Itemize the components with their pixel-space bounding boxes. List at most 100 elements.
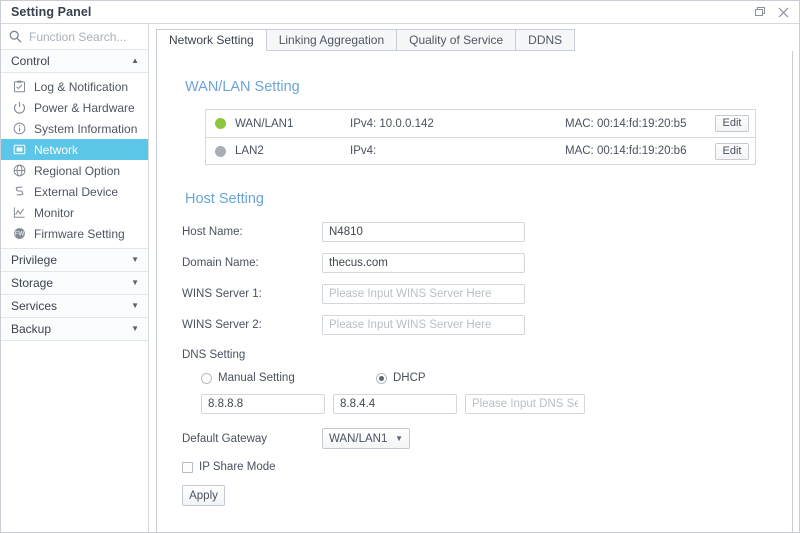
sidebar-group-control-items: Log & Notification Power & Hardware Syst… [1, 73, 148, 249]
status-indicator-online [215, 118, 226, 129]
radio-dhcp[interactable] [376, 372, 387, 384]
network-setting-panel: WAN/LAN Setting WAN/LAN1 IPv4: 10.0.0.14… [156, 51, 793, 532]
chevron-down-icon: ▼ [131, 255, 139, 264]
wan-lan-setting-title: WAN/LAN Setting [185, 79, 300, 95]
dns-mode-dhcp-option[interactable]: DHCP [376, 372, 426, 384]
dns-mode-manual-option[interactable]: Manual Setting [201, 372, 376, 384]
dns-server-2-input[interactable] [333, 394, 457, 414]
dns-mode-dhcp-label: DHCP [393, 372, 426, 384]
wins-server-2-row: WINS Server 2: [157, 314, 792, 335]
window-controls [754, 6, 799, 19]
dns-mode-radio-group: Manual Setting DHCP [157, 372, 792, 384]
globe-icon [12, 163, 27, 178]
tab-network-setting[interactable]: Network Setting [156, 29, 267, 51]
window-titlebar: Setting Panel [1, 1, 799, 24]
function-search-row [1, 24, 148, 50]
host-name-label: Host Name: [182, 225, 243, 238]
window-title: Setting Panel [11, 5, 92, 19]
sidebar-item-firmware-setting[interactable]: FW Firmware Setting [1, 223, 148, 244]
tab-bar: Network Setting Linking Aggregation Qual… [156, 29, 793, 52]
interface-mac: MAC: 00:14:fd:19:20:b6 [565, 145, 687, 157]
domain-name-label: Domain Name: [182, 256, 259, 269]
sidebar-group-services[interactable]: Services ▼ [1, 295, 148, 318]
wins-server-1-row: WINS Server 1: [157, 283, 792, 304]
sidebar-item-label: Network [34, 142, 79, 157]
close-icon[interactable] [777, 6, 790, 19]
sidebar-group-backup-label: Backup [11, 322, 52, 336]
sidebar-group-privilege[interactable]: Privilege ▼ [1, 249, 148, 272]
sidebar-item-system-information[interactable]: System Information [1, 118, 148, 139]
radio-manual-setting[interactable] [201, 372, 212, 384]
power-icon [12, 100, 27, 115]
edit-button[interactable]: Edit [715, 142, 749, 160]
info-icon [12, 121, 27, 136]
content-area: Network Setting Linking Aggregation Qual… [150, 24, 799, 532]
sidebar-item-power-hardware[interactable]: Power & Hardware [1, 97, 148, 118]
wins-server-1-input[interactable] [322, 283, 525, 304]
default-gateway-label: Default Gateway [182, 432, 268, 445]
sidebar-group-control[interactable]: Control ▲ [1, 50, 148, 73]
default-gateway-row: Default Gateway WAN/LAN1 ▼ [157, 428, 792, 449]
restore-window-icon[interactable] [754, 6, 767, 19]
tab-label: Linking Aggregation [278, 33, 385, 47]
chevron-down-icon: ▼ [131, 301, 139, 310]
sidebar-item-regional-option[interactable]: Regional Option [1, 160, 148, 181]
sidebar-item-network[interactable]: Network [1, 139, 148, 160]
interface-list: WAN/LAN1 IPv4: 10.0.0.142 MAC: 00:14:fd:… [205, 109, 756, 165]
default-gateway-select[interactable]: WAN/LAN1 ▼ [322, 428, 410, 449]
sidebar-group-storage[interactable]: Storage ▼ [1, 272, 148, 295]
svg-text:FW: FW [15, 232, 25, 238]
interface-name: LAN2 [235, 145, 264, 157]
edit-button[interactable]: Edit [715, 115, 749, 132]
wins-server-2-input[interactable] [322, 314, 525, 335]
network-icon [12, 142, 27, 157]
interface-ipv4: IPv4: 10.0.0.142 [350, 117, 434, 130]
wins-server-1-label: WINS Server 1: [182, 287, 262, 300]
sidebar: Control ▲ Log & Notification [1, 24, 149, 532]
tab-label: Quality of Service [409, 33, 504, 47]
tab-label: Network Setting [169, 33, 254, 47]
table-row: WAN/LAN1 IPv4: 10.0.0.142 MAC: 00:14:fd:… [206, 110, 755, 137]
sidebar-item-label: External Device [34, 184, 119, 199]
dns-mode-manual-label: Manual Setting [218, 372, 295, 384]
tab-linking-aggregation[interactable]: Linking Aggregation [265, 29, 398, 51]
setting-panel-window: Setting Panel Function Search... Control… [0, 0, 800, 533]
tab-ddns[interactable]: DDNS [515, 29, 576, 51]
sidebar-group-privilege-label: Privilege [11, 253, 58, 267]
table-row: LAN2 IPv4: MAC: 00:14:fd:19:20:b6 Edit [206, 137, 755, 164]
sidebar-item-label: Monitor [34, 205, 75, 220]
ip-share-mode-label: IP Share Mode [199, 461, 276, 473]
sidebar-item-label: Power & Hardware [34, 100, 135, 115]
sidebar-group-storage-label: Storage [11, 276, 54, 290]
sidebar-item-label: System Information [34, 121, 138, 136]
search-input[interactable] [29, 29, 139, 44]
chevron-up-icon: ▲ [131, 56, 139, 65]
clipboard-icon [12, 79, 27, 94]
tab-quality-of-service[interactable]: Quality of Service [396, 29, 517, 51]
tab-label: DDNS [528, 33, 563, 47]
ip-share-mode-row[interactable]: IP Share Mode [157, 461, 792, 473]
host-name-input[interactable] [322, 221, 525, 242]
sidebar-item-label: Log & Notification [34, 79, 129, 94]
domain-name-input[interactable] [322, 252, 525, 273]
dns-server-3-input[interactable] [465, 394, 585, 414]
sidebar-item-external-device[interactable]: External Device [1, 181, 148, 202]
chevron-down-icon: ▼ [131, 324, 139, 333]
interface-name: WAN/LAN1 [235, 117, 294, 130]
dns-server-1-input[interactable] [201, 394, 325, 414]
domain-name-row: Domain Name: [157, 252, 792, 273]
sidebar-group-services-label: Services [11, 299, 58, 313]
apply-button[interactable]: Apply [182, 485, 225, 506]
ip-share-mode-checkbox[interactable] [182, 461, 193, 473]
chevron-down-icon: ▼ [131, 278, 139, 287]
default-gateway-value: WAN/LAN1 [329, 432, 388, 445]
firmware-icon: FW [12, 226, 27, 241]
sidebar-item-log-notification[interactable]: Log & Notification [1, 76, 148, 97]
chevron-down-icon: ▼ [395, 433, 403, 443]
wins-server-2-label: WINS Server 2: [182, 318, 262, 331]
host-name-row: Host Name: [157, 221, 792, 242]
sidebar-group-control-label: Control [11, 54, 50, 68]
interface-mac: MAC: 00:14:fd:19:20:b5 [565, 117, 687, 130]
sidebar-group-backup[interactable]: Backup ▼ [1, 318, 148, 341]
sidebar-item-monitor[interactable]: Monitor [1, 202, 148, 223]
